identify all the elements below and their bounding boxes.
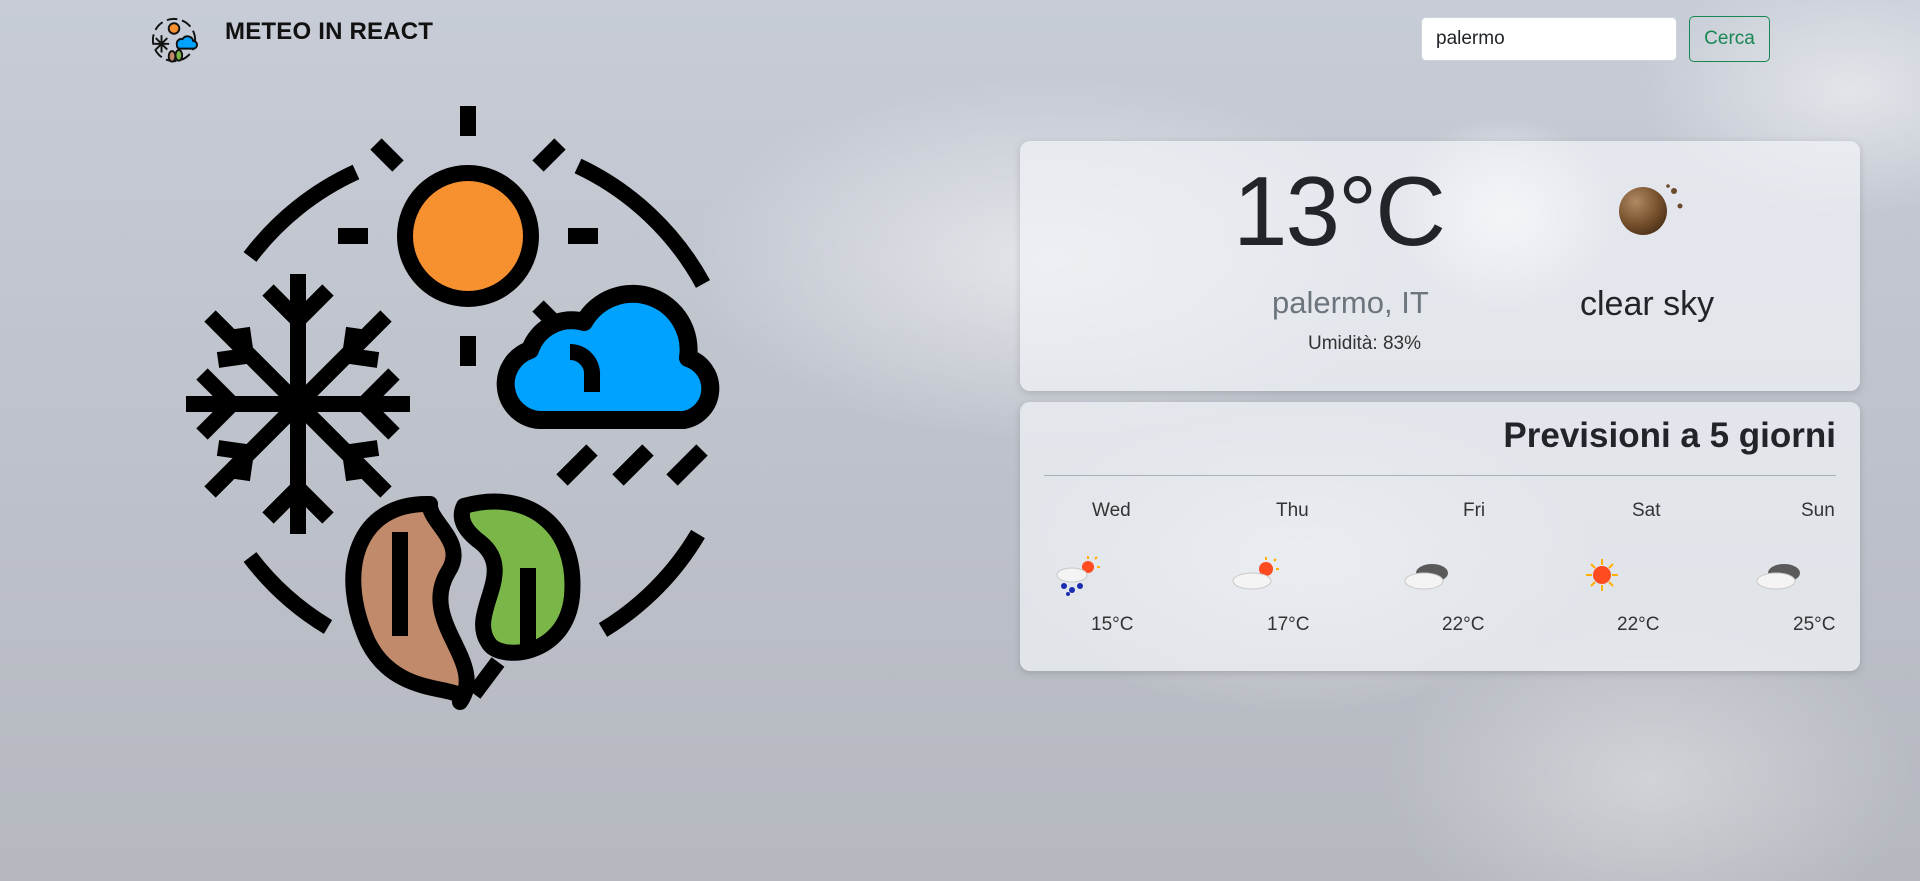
- navbar: METEO IN REACT Cerca: [0, 0, 1920, 80]
- forecast-temp: 15°C: [1091, 614, 1134, 635]
- few-clouds-sun-icon: [1232, 557, 1279, 590]
- forecast-day: Sun: [1801, 500, 1835, 521]
- clear-sky-night-icon: [1619, 184, 1683, 235]
- four-seasons-illustration-icon: [186, 106, 720, 710]
- forecast-divider: [1044, 475, 1836, 476]
- brand-title[interactable]: METEO IN REACT: [225, 18, 433, 46]
- seasons-logo-icon[interactable]: [150, 16, 198, 64]
- current-location: palermo, IT: [1272, 285, 1429, 320]
- forecast-day: Thu: [1276, 500, 1309, 521]
- forecast-day: Wed: [1092, 500, 1131, 521]
- broken-clouds-icon: [1404, 564, 1448, 590]
- forecast-day: Fri: [1463, 500, 1486, 521]
- current-condition: clear sky: [1580, 285, 1715, 323]
- forecast-temp: 22°C: [1617, 614, 1660, 635]
- forecast-temp: 22°C: [1442, 614, 1485, 635]
- forecast-day: Sat: [1632, 500, 1661, 521]
- search-input[interactable]: [1421, 17, 1677, 61]
- sun-icon: [1586, 559, 1618, 591]
- current-temperature: 13°C: [1233, 156, 1446, 266]
- forecast-temp: 25°C: [1793, 614, 1836, 635]
- forecast-temp: 17°C: [1267, 614, 1310, 635]
- broken-clouds-icon: [1756, 564, 1800, 590]
- search-button[interactable]: Cerca: [1689, 16, 1770, 62]
- current-humidity: Umidità: 83%: [1308, 333, 1421, 354]
- rain-sun-icon: [1056, 556, 1100, 596]
- forecast-title: Previsioni a 5 giorni: [1503, 416, 1836, 455]
